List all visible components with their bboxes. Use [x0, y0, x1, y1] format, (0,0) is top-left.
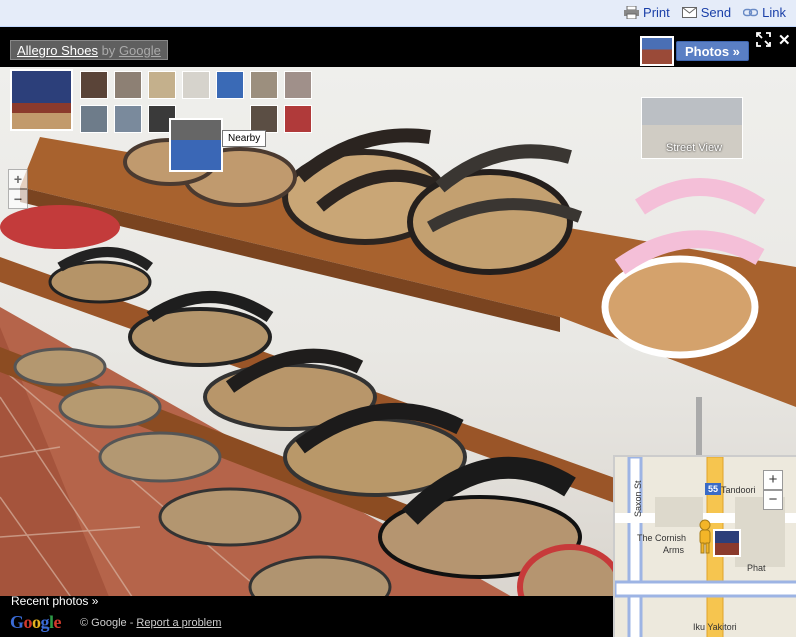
map-label-cornish: The Cornish [637, 533, 687, 543]
printer-icon [624, 6, 640, 19]
zoom-out-button[interactable]: − [8, 189, 28, 209]
copyright-notice: © Google - Report a problem [80, 617, 221, 629]
photo-zoom-controls: + − [8, 169, 28, 209]
thumbnail-item[interactable] [182, 71, 210, 99]
street-view-card[interactable]: Street View [641, 97, 743, 159]
map-label-tandoori: Tandoori [721, 485, 756, 495]
google-attribution-link[interactable]: Google [119, 43, 161, 58]
map-label-arms: Arms [663, 545, 684, 555]
thumbnail-item[interactable] [114, 105, 142, 133]
photos-button-thumbnail[interactable] [640, 36, 674, 66]
thumbnail-item[interactable] [114, 71, 142, 99]
recent-photos-link[interactable]: Recent photos » [11, 594, 98, 608]
map-photo-marker[interactable] [713, 529, 741, 557]
map-label-phat: Phat [747, 563, 766, 573]
photos-button[interactable]: Photos » [676, 41, 749, 61]
fullscreen-icon[interactable] [756, 32, 771, 47]
route-55-shield: 55 [705, 483, 722, 495]
thumbnail-hovered[interactable] [169, 118, 223, 172]
map-zoom-controls: + − [763, 470, 783, 510]
action-links: Print Send Link [624, 5, 786, 20]
thumbnail-current[interactable] [10, 69, 73, 131]
thumbnail-item[interactable] [284, 105, 312, 133]
place-title-link[interactable]: Allegro Shoes [17, 43, 98, 58]
map-zoom-in-button[interactable]: + [763, 470, 783, 490]
thumbnail-item[interactable] [250, 71, 278, 99]
link-link[interactable]: Link [743, 5, 786, 20]
map-label-saxon-st: Saxon St [633, 480, 643, 517]
map-zoom-out-button[interactable]: − [763, 490, 783, 510]
envelope-icon [681, 7, 697, 18]
thumbnail-item[interactable] [250, 105, 278, 133]
google-logo: Google [10, 612, 62, 632]
print-link[interactable]: Print [624, 5, 670, 20]
thumbnail-item[interactable] [80, 105, 108, 133]
zoom-in-button[interactable]: + [8, 169, 28, 189]
close-icon[interactable]: ✕ [778, 31, 791, 49]
thumbnail-item[interactable] [148, 71, 176, 99]
place-title-box: Allegro Shoes by Google [10, 40, 168, 60]
chain-link-icon [743, 8, 759, 17]
copyright-text: © Google - [80, 617, 134, 629]
thumbnail-item[interactable] [80, 71, 108, 99]
send-label: Send [700, 5, 732, 20]
send-link[interactable]: Send [681, 5, 732, 20]
top-action-bar: Print Send Link [0, 0, 796, 27]
link-label: Link [762, 5, 786, 20]
report-problem-link[interactable]: Report a problem [136, 617, 221, 629]
street-view-label: Street View [666, 142, 723, 154]
pegman-icon[interactable] [697, 519, 713, 555]
thumbnail-item[interactable] [216, 71, 244, 99]
nearby-tooltip: Nearby [222, 130, 267, 147]
map-label-iku-yakitori: Iku Yakitori [693, 622, 737, 632]
title-by-text: by [101, 43, 116, 58]
thumbnail-item[interactable] [284, 71, 312, 99]
print-label: Print [643, 5, 670, 20]
